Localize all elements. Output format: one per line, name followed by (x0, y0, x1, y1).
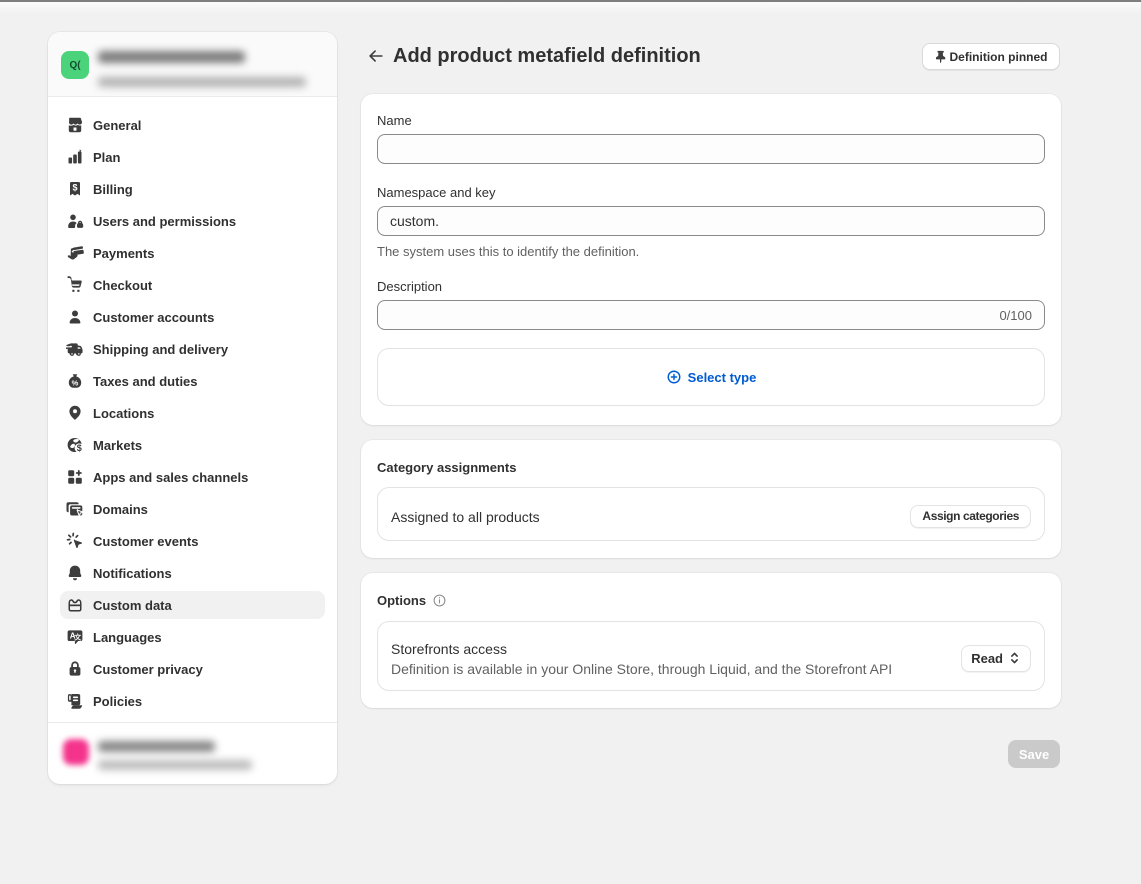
svg-text:文: 文 (74, 632, 82, 641)
svg-text:$: $ (72, 183, 77, 193)
svg-text:$: $ (77, 443, 82, 453)
svg-text:%: % (72, 378, 79, 387)
